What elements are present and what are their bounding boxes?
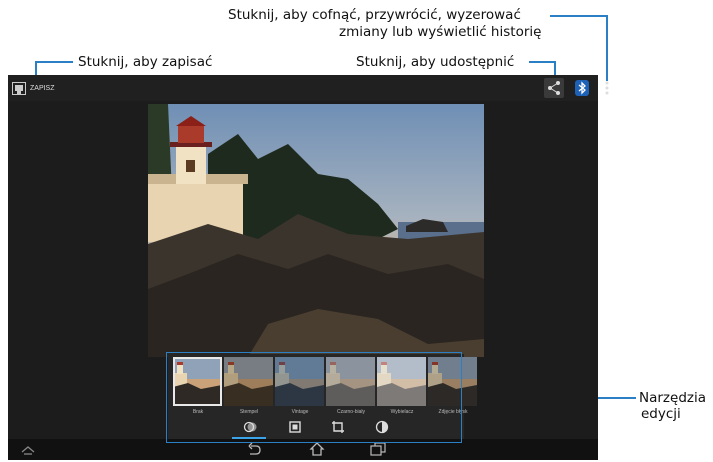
undo-callout-line bbox=[550, 15, 608, 17]
recent-apps-icon[interactable] bbox=[370, 442, 386, 456]
share-icon bbox=[548, 81, 560, 95]
tools-callout-line1: Narzędzia bbox=[639, 390, 706, 406]
home-logo-icon[interactable] bbox=[20, 442, 36, 456]
home-icon[interactable] bbox=[309, 442, 325, 456]
save-callout-line bbox=[35, 61, 73, 63]
bluetooth-icon bbox=[575, 80, 589, 96]
undo-callout-line bbox=[606, 15, 608, 81]
save-button[interactable]: ZAPISZ bbox=[12, 79, 55, 97]
bluetooth-button[interactable] bbox=[572, 78, 592, 98]
undo-callout-line2: zmiany lub wyświetlić historię bbox=[339, 24, 542, 40]
lighthouse-photo bbox=[148, 104, 484, 357]
save-label: ZAPISZ bbox=[30, 84, 55, 92]
share-callout: Stuknij, aby udostępnić bbox=[356, 54, 515, 70]
save-callout: Stuknij, aby zapisać bbox=[78, 54, 213, 70]
more-icon[interactable] bbox=[603, 80, 611, 96]
undo-callout-line1: Stuknij, aby cofnąć, przywrócić, wyzerow… bbox=[228, 7, 521, 23]
photo-preview[interactable] bbox=[148, 104, 484, 357]
tools-callout-line2: edycji bbox=[641, 406, 681, 422]
share-callout-line bbox=[529, 61, 555, 63]
back-icon[interactable] bbox=[246, 442, 262, 456]
action-bar: ZAPISZ bbox=[8, 75, 598, 101]
edit-tools-highlight bbox=[166, 352, 462, 443]
share-button[interactable] bbox=[544, 78, 564, 98]
save-icon bbox=[12, 81, 26, 95]
